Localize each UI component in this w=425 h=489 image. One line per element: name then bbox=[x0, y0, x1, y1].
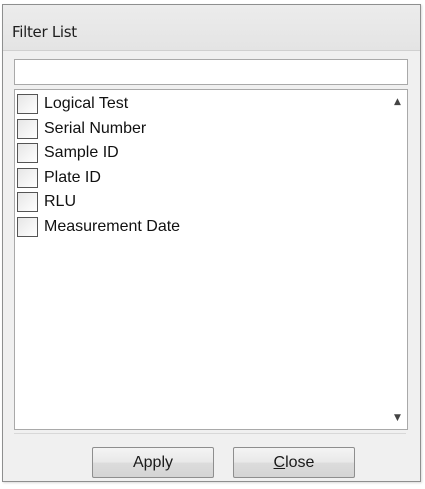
apply-button[interactable]: Apply bbox=[92, 447, 214, 478]
filter-checklist: Logical Test Serial Number Sample ID Pla… bbox=[14, 89, 408, 430]
list-item-sample-id[interactable]: Sample ID bbox=[17, 141, 387, 166]
checkbox[interactable] bbox=[17, 192, 38, 213]
scroll-up-arrow-icon[interactable]: ▲ bbox=[389, 93, 406, 110]
list-item-plate-id[interactable]: Plate ID bbox=[17, 166, 387, 191]
close-button-mnemonic: C bbox=[273, 453, 286, 471]
list-item-logical-test[interactable]: Logical Test bbox=[17, 92, 387, 117]
list-item-label: Serial Number bbox=[44, 119, 147, 137]
apply-button-label: Apply bbox=[132, 453, 174, 471]
title-bar[interactable]: Filter List bbox=[3, 5, 420, 51]
close-button-label: lose bbox=[285, 453, 315, 471]
checkbox[interactable] bbox=[17, 143, 38, 164]
scroll-down-arrow-icon[interactable]: ▼ bbox=[389, 409, 406, 426]
checkbox[interactable] bbox=[17, 94, 38, 115]
list-item-rlu[interactable]: RLU bbox=[17, 190, 387, 215]
checkbox[interactable] bbox=[17, 216, 38, 237]
list-item-label: Sample ID bbox=[44, 144, 119, 162]
button-bar: Apply Close bbox=[14, 433, 406, 478]
filter-search-input[interactable] bbox=[14, 59, 408, 85]
window-title: Filter List bbox=[12, 23, 77, 41]
filter-items: Logical Test Serial Number Sample ID Pla… bbox=[17, 92, 387, 239]
checkbox[interactable] bbox=[17, 118, 38, 139]
vertical-scrollbar[interactable]: ▲ ▼ bbox=[389, 91, 406, 428]
list-item-measurement-date[interactable]: Measurement Date bbox=[17, 215, 387, 240]
filter-list-window: Filter List Logical Test Serial Number S… bbox=[2, 4, 421, 482]
list-item-label: RLU bbox=[44, 193, 77, 211]
list-item-serial-number[interactable]: Serial Number bbox=[17, 117, 387, 142]
list-item-label: Measurement Date bbox=[44, 217, 181, 235]
checkbox[interactable] bbox=[17, 167, 38, 188]
list-item-label: Logical Test bbox=[44, 95, 129, 113]
close-button[interactable]: Close bbox=[233, 447, 355, 478]
dialog-body: Logical Test Serial Number Sample ID Pla… bbox=[9, 51, 414, 478]
list-item-label: Plate ID bbox=[44, 168, 101, 186]
